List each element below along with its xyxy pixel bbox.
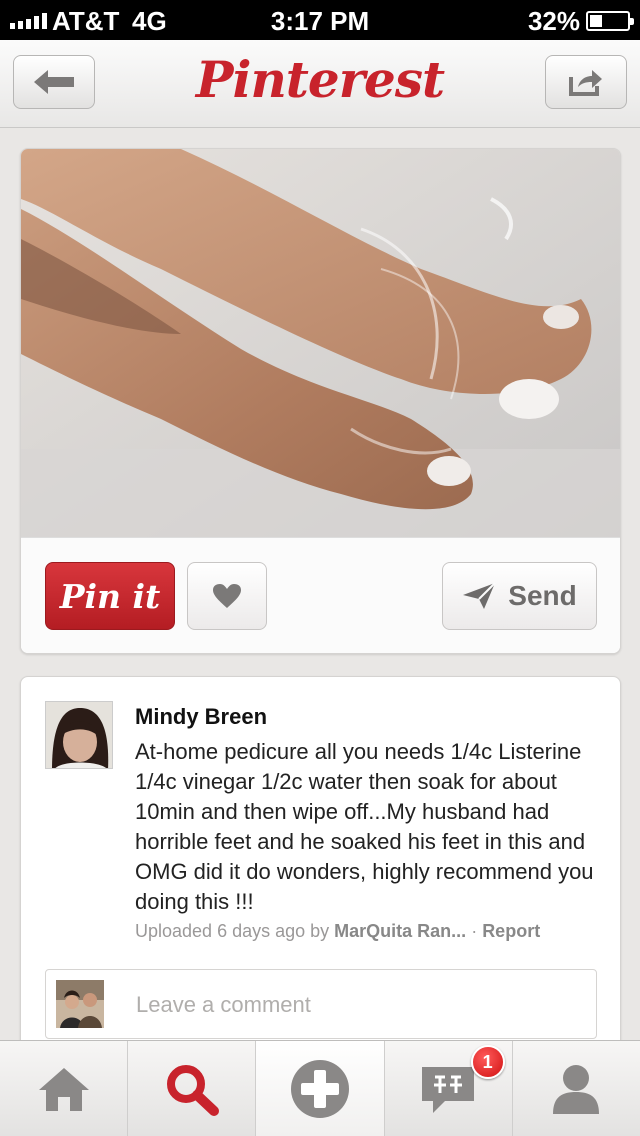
comment-input[interactable]: Leave a comment xyxy=(45,969,597,1039)
like-button[interactable] xyxy=(187,562,267,630)
send-icon xyxy=(463,582,496,609)
report-link[interactable]: Report xyxy=(482,921,540,941)
pin-description-text: At-home pedicure all you needs 1/4c List… xyxy=(135,739,594,914)
tab-bar: 1 xyxy=(0,1040,640,1136)
heart-icon xyxy=(213,584,241,608)
meta-separator: · xyxy=(466,921,483,941)
comment-placeholder: Leave a comment xyxy=(136,992,311,1017)
pin-description-card: Mindy Breen At-home pedicure all you nee… xyxy=(20,676,621,1056)
pin-image[interactable] xyxy=(21,149,620,537)
add-icon xyxy=(291,1059,349,1118)
tab-add[interactable] xyxy=(256,1041,385,1136)
battery-icon xyxy=(586,11,634,31)
author-name[interactable]: Mindy Breen xyxy=(135,704,267,730)
author-avatar-image xyxy=(46,702,112,768)
commenter-avatar-image xyxy=(56,980,104,1028)
notifications-icon xyxy=(422,1066,475,1113)
profile-icon xyxy=(553,1064,600,1114)
pinterest-logo[interactable]: Pinterest xyxy=(0,50,640,109)
send-button[interactable]: Send xyxy=(442,562,597,630)
send-label: Send xyxy=(508,580,577,611)
uploaded-text: Uploaded 6 days ago by xyxy=(135,921,335,941)
pin-it-button[interactable]: Pin it xyxy=(45,562,175,630)
author-avatar[interactable] xyxy=(45,701,113,769)
tab-profile[interactable] xyxy=(513,1041,640,1136)
tab-notifications[interactable]: 1 xyxy=(385,1041,513,1136)
tab-search[interactable] xyxy=(128,1041,257,1136)
pin-photo xyxy=(21,149,620,537)
navigation-bar: Pinterest xyxy=(0,40,640,128)
upload-meta: Uploaded 6 days ago by MarQuita Ran... ·… xyxy=(135,921,540,942)
notification-badge: 1 xyxy=(470,1045,505,1079)
commenter-avatar xyxy=(56,980,104,1028)
search-icon xyxy=(166,1064,219,1116)
tab-home[interactable] xyxy=(0,1041,129,1136)
uploader-link[interactable]: MarQuita Ran... xyxy=(334,921,466,941)
status-bar: AT&T 4G 3:17 PM 32% xyxy=(0,0,640,40)
pin-actions: Pin it Send xyxy=(21,537,620,653)
pin-card: Pin it Send xyxy=(20,148,621,654)
battery-percent: 32% xyxy=(527,6,580,36)
home-icon xyxy=(38,1067,89,1111)
battery-fill xyxy=(590,15,602,27)
share-icon xyxy=(569,70,602,96)
share-button[interactable] xyxy=(545,55,627,109)
